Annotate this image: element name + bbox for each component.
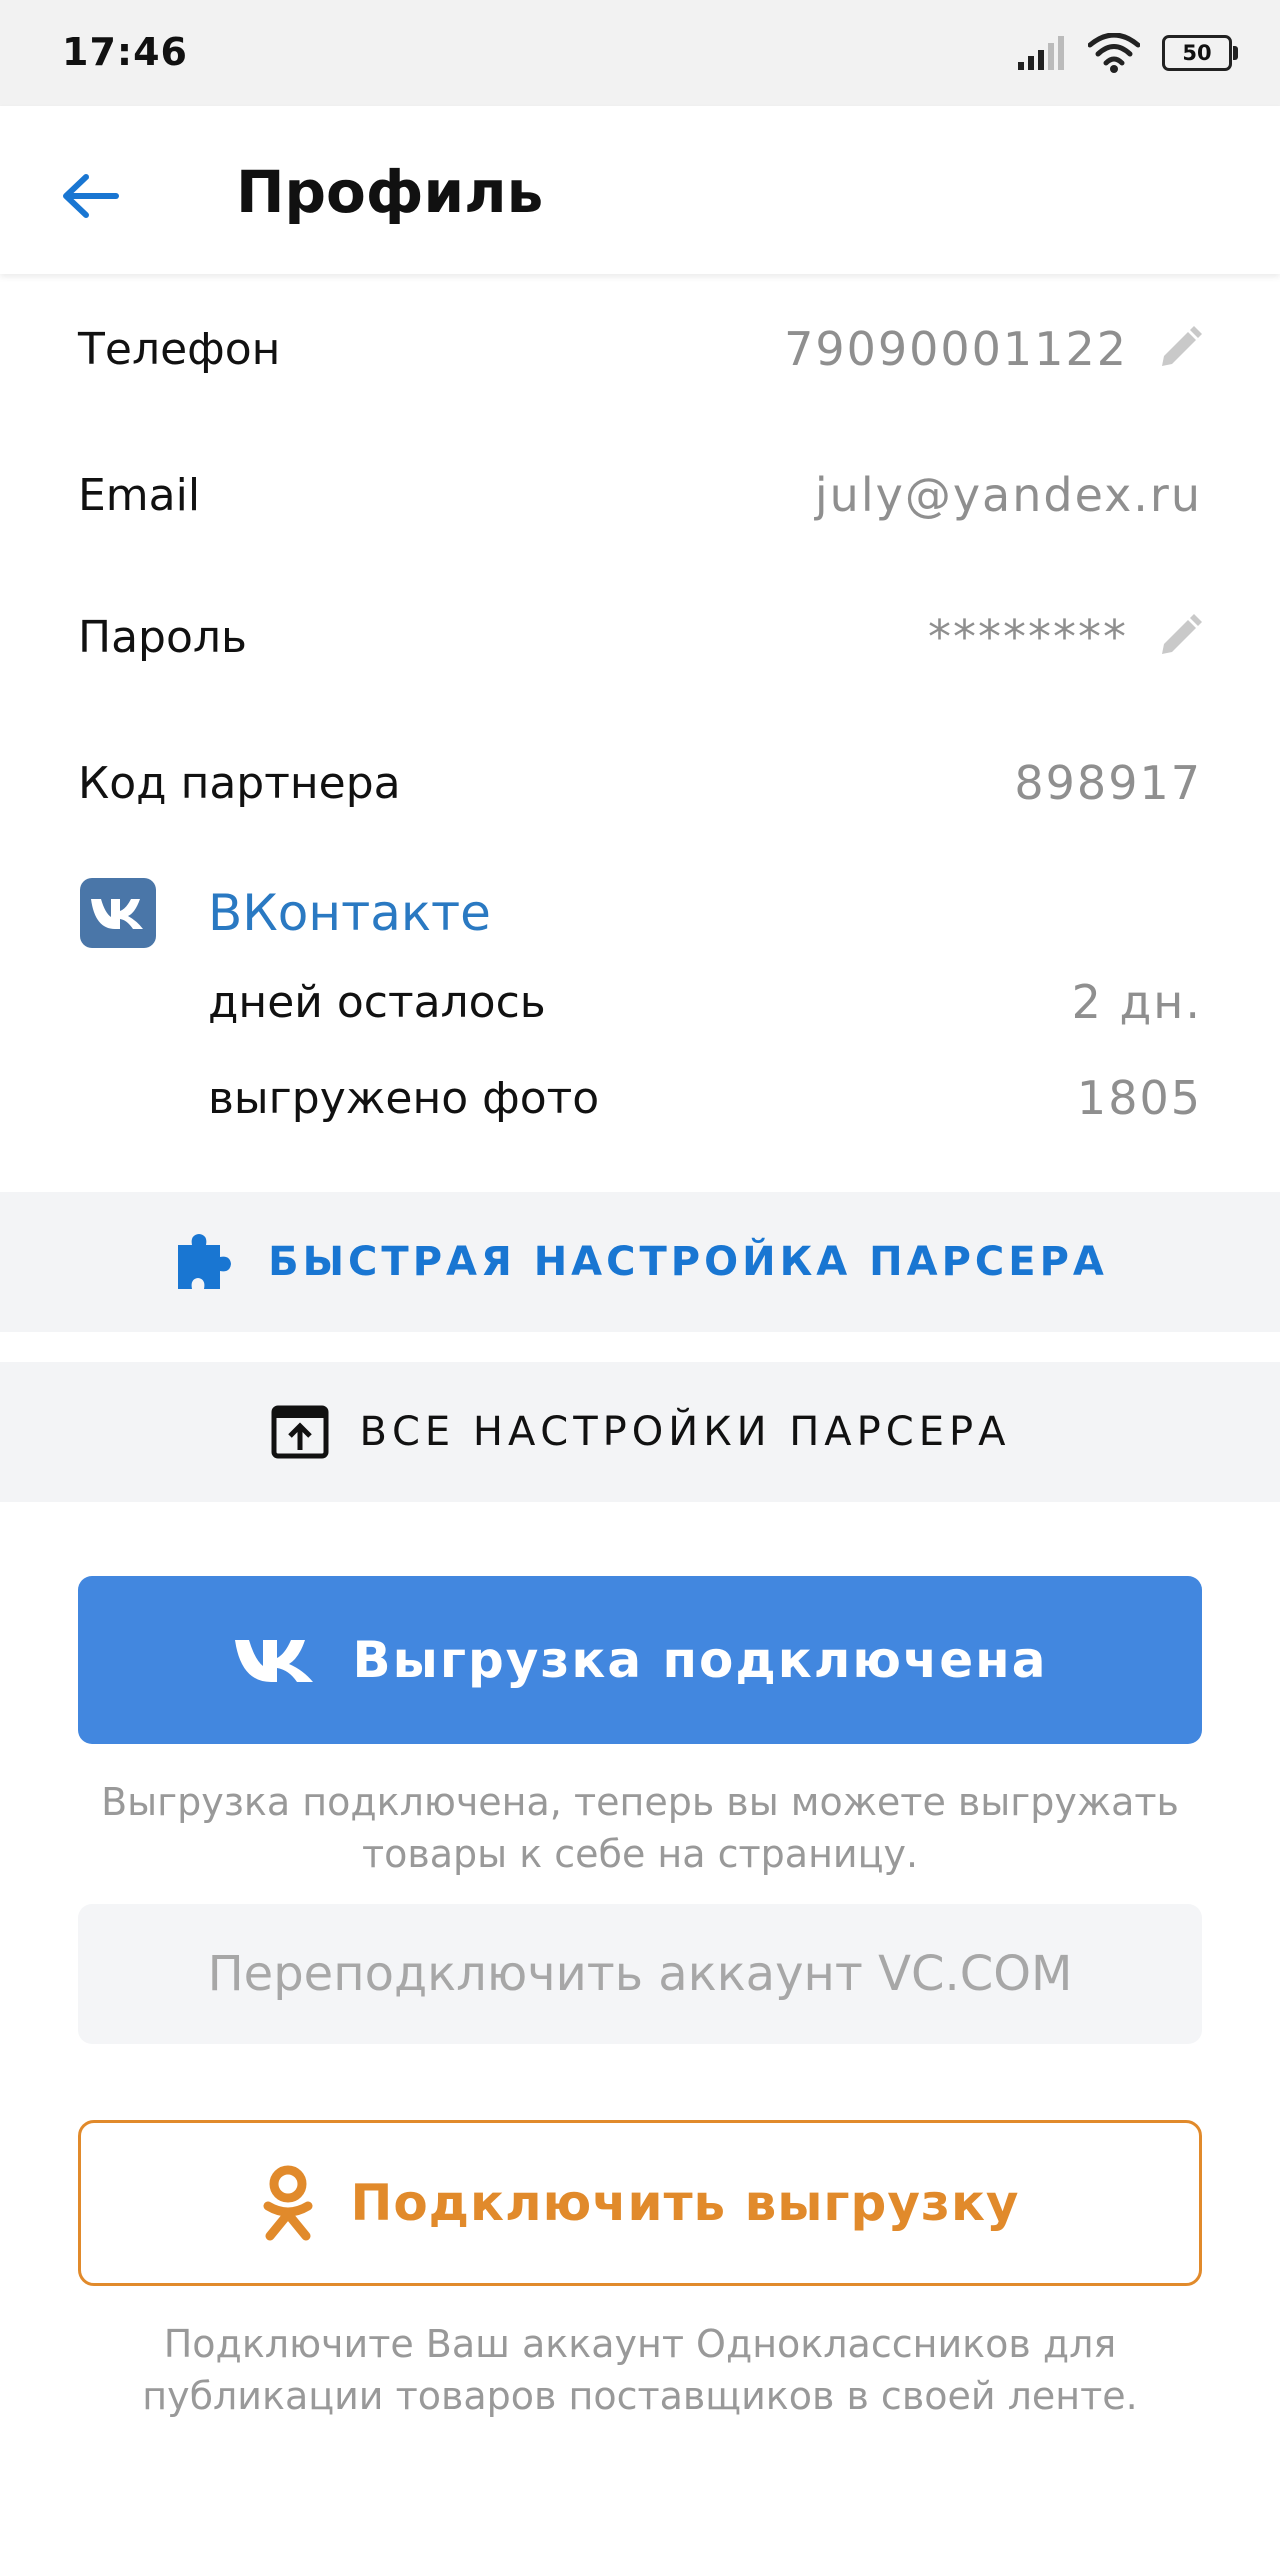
- email-value: july@yandex.ru: [814, 468, 1202, 522]
- ok-upload-hint: Подключите Ваш аккаунт Одноклассников дл…: [142, 2322, 1138, 2418]
- battery-level: 50: [1182, 41, 1212, 65]
- email-row: Email july@yandex.ru: [78, 462, 1202, 528]
- back-button[interactable]: [50, 156, 130, 236]
- vk-upload-label: Выгрузка подключена: [352, 1631, 1048, 1689]
- phone-value: 79090001122: [784, 322, 1128, 376]
- photos-value: 1805: [1076, 1071, 1202, 1125]
- days-left-value: 2 дн.: [1071, 975, 1202, 1029]
- phone-row: Телефон 79090001122: [78, 316, 1202, 382]
- battery-indicator: 50: [1162, 35, 1238, 71]
- partner-code-value: 898917: [1014, 756, 1202, 810]
- photos-row: выгружено фото 1805: [208, 1068, 1202, 1128]
- all-parser-settings-content: ВСЕ НАСТРОЙКИ ПАРСЕРА: [270, 1404, 1011, 1460]
- vk-icon: [234, 1640, 313, 1682]
- partner-code-row: Код партнера 898917: [78, 750, 1202, 816]
- app-bar: Профиль: [0, 106, 1280, 274]
- status-bar: 17:46 50: [0, 0, 1280, 106]
- quick-parser-setup-content: БЫСТРАЯ НАСТРОЙКА ПАРСЕРА: [172, 1231, 1108, 1293]
- days-left-label: дней осталось: [208, 976, 546, 1028]
- days-left-row: дней осталось 2 дн.: [208, 972, 1202, 1032]
- edit-phone-icon[interactable]: [1156, 326, 1202, 372]
- phone-value-group: 79090001122: [784, 322, 1202, 376]
- arrow-left-icon: [63, 174, 119, 218]
- password-value: ********: [928, 610, 1128, 664]
- password-label: Пароль: [78, 611, 247, 663]
- vk-mark: [91, 899, 143, 929]
- signal-icon: [1018, 36, 1064, 70]
- vk-title: ВКонтакте: [208, 884, 491, 942]
- ok-upload-button[interactable]: Подключить выгрузку: [78, 2120, 1202, 2286]
- page-title: Профиль: [236, 158, 544, 226]
- reconnect-account-label: Переподключить аккаунт VC.COM: [207, 1946, 1073, 2002]
- edit-password-icon[interactable]: [1156, 614, 1202, 660]
- phone-label: Телефон: [78, 323, 281, 375]
- vk-upload-hint: Выгрузка подключена, теперь вы можете вы…: [101, 1780, 1179, 1876]
- partner-code-label: Код партнера: [78, 757, 401, 809]
- wifi-icon: [1088, 33, 1140, 73]
- all-parser-settings-label: ВСЕ НАСТРОЙКИ ПАРСЕРА: [359, 1409, 1011, 1455]
- quick-parser-setup-button[interactable]: БЫСТРАЯ НАСТРОЙКА ПАРСЕРА: [0, 1192, 1280, 1332]
- quick-parser-setup-label: БЫСТРАЯ НАСТРОЙКА ПАРСЕРА: [268, 1239, 1108, 1285]
- all-parser-settings-button[interactable]: ВСЕ НАСТРОЙКИ ПАРСЕРА: [0, 1362, 1280, 1502]
- ok-upload-label: Подключить выгрузку: [350, 2174, 1020, 2232]
- puzzle-icon: [178, 1234, 232, 1289]
- odnoklassniki-icon: [263, 2165, 313, 2241]
- email-label: Email: [78, 469, 201, 521]
- status-time: 17:46: [62, 30, 188, 74]
- vk-upload-button[interactable]: Выгрузка подключена: [78, 1576, 1202, 1744]
- vk-logo-icon: [80, 878, 156, 948]
- password-value-group: ********: [928, 610, 1202, 664]
- status-icons: 50: [1018, 30, 1238, 76]
- photos-label: выгружено фото: [208, 1072, 600, 1124]
- open-settings-icon: [271, 1405, 328, 1459]
- password-row: Пароль ********: [78, 604, 1202, 670]
- reconnect-account-button[interactable]: Переподключить аккаунт VC.COM: [78, 1904, 1202, 2044]
